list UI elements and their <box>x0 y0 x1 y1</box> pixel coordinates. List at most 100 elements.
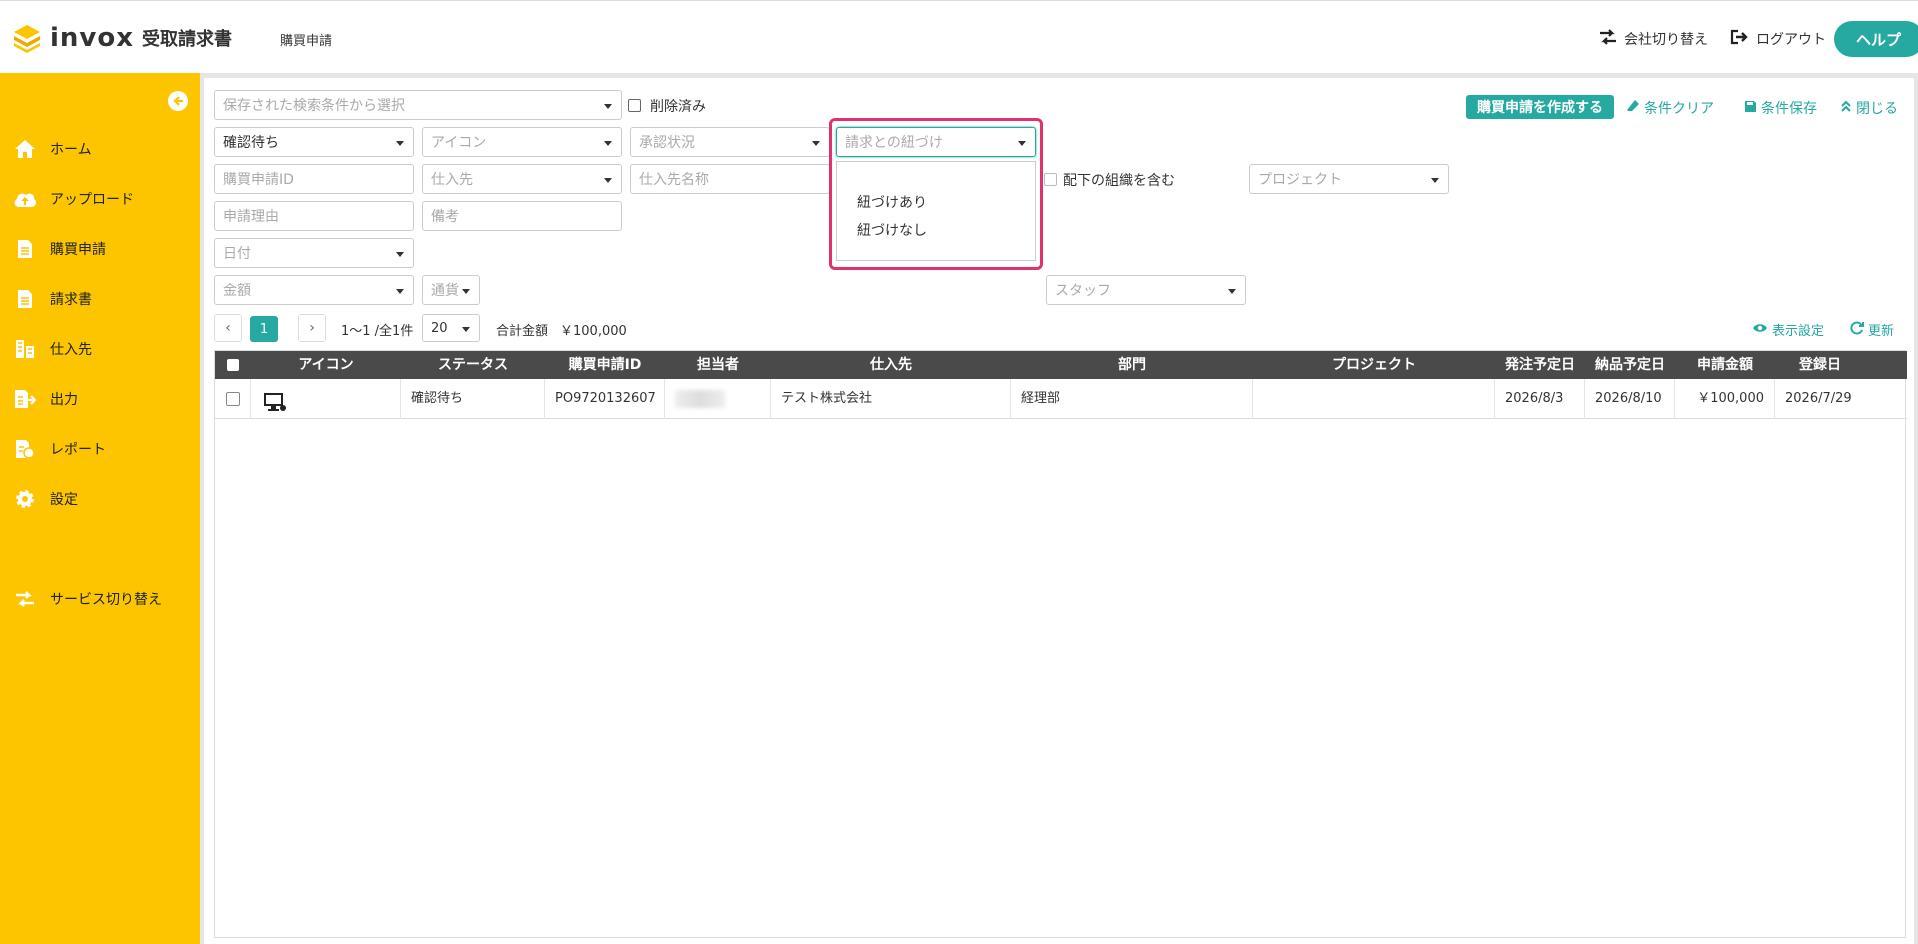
staff-select[interactable]: スタッフ <box>1046 275 1246 305</box>
sidebar-item-label: 仕入先 <box>50 342 92 358</box>
chevron-right-icon: › <box>309 320 315 336</box>
purchase-id-input[interactable]: 購買申請ID <box>214 164 414 194</box>
sidebar-item-purchase-request[interactable]: 購買申請 <box>12 237 106 261</box>
chevron-down-icon <box>812 141 820 146</box>
sidebar-item-upload[interactable]: アップロード <box>12 187 134 211</box>
sidebar-item-export[interactable]: 出力 <box>12 387 78 411</box>
app-logo[interactable]: invox 受取請求書 <box>12 23 232 53</box>
prev-page-button[interactable]: ‹ <box>214 314 242 342</box>
document-icon <box>12 238 38 260</box>
sidebar-item-label: 購買申請 <box>50 242 106 258</box>
row-assignee <box>665 379 771 419</box>
column-header-delivery-date[interactable]: 納品予定日 <box>1585 351 1675 379</box>
column-header-registered[interactable]: 登録日 <box>1775 351 1865 379</box>
supplier-name-input[interactable]: 仕入先名称 <box>630 164 830 194</box>
export-icon <box>12 388 38 410</box>
column-header-icon[interactable]: アイコン <box>251 351 401 379</box>
logout-link[interactable]: ログアウト <box>1730 29 1826 49</box>
row-order-date: 2026/8/3 <box>1495 379 1585 419</box>
home-icon <box>12 138 38 160</box>
amount-select[interactable]: 金額 <box>214 275 414 305</box>
main-content: 保存された検索条件から選択 削除済み 購買申請を作成する 条件クリア 条件保存 … <box>204 78 1914 944</box>
select-all-checkbox[interactable] <box>227 359 239 371</box>
include-sub-org-label: 配下の組織を含む <box>1063 173 1175 189</box>
sidebar-item-home[interactable]: ホーム <box>12 137 92 161</box>
close-filters-link[interactable]: 閉じる <box>1840 98 1898 118</box>
include-sub-org-checkbox[interactable] <box>1044 173 1057 186</box>
row-id: PO9720132607 <box>545 379 665 419</box>
eye-icon <box>1752 322 1768 338</box>
result-range: 1〜1 /全1件 <box>341 324 414 339</box>
dropdown-options: 紐づけあり 紐づけなし <box>836 161 1036 261</box>
next-page-button[interactable]: › <box>298 314 326 342</box>
logo-text: invox <box>50 23 135 53</box>
help-button[interactable]: ヘルプ <box>1834 21 1918 57</box>
per-page-value: 20 <box>431 320 448 336</box>
purchase-id-placeholder: 購買申請ID <box>223 172 294 188</box>
icon-select[interactable]: アイコン <box>422 127 622 157</box>
currency-select[interactable]: 通貨 <box>422 275 480 305</box>
per-page-select[interactable]: 20 <box>422 314 480 342</box>
save-conditions-link[interactable]: 条件保存 <box>1744 98 1817 118</box>
chevron-down-icon <box>396 141 404 146</box>
sidebar-item-invoice[interactable]: 請求書 <box>12 287 92 311</box>
clear-conditions-label: 条件クリア <box>1644 101 1714 117</box>
column-header-department[interactable]: 部門 <box>1011 351 1253 379</box>
amount-placeholder: 金額 <box>223 283 251 299</box>
approval-placeholder: 承認状況 <box>639 135 695 151</box>
dropdown-option-unlinked[interactable]: 紐づけなし <box>857 220 927 240</box>
approval-status-select[interactable]: 承認状況 <box>630 127 830 157</box>
close-filters-label: 閉じる <box>1856 101 1898 117</box>
sidebar-collapse-button[interactable] <box>168 91 188 111</box>
invoice-link-placeholder: 請求との紐づけ <box>845 135 943 151</box>
page-1-button[interactable]: 1 <box>250 316 278 342</box>
switch-company-label: 会社切り替え <box>1624 32 1708 48</box>
table-row[interactable]: 確認待ち PO9720132607 テスト株式会社 経理部 2026/8/3 2… <box>215 379 1907 419</box>
date-placeholder: 日付 <box>223 246 251 262</box>
supplier-name-placeholder: 仕入先名称 <box>639 172 709 188</box>
logout-icon <box>1730 29 1750 49</box>
sidebar-item-settings[interactable]: 設定 <box>12 487 78 511</box>
row-icon-cell <box>251 379 401 419</box>
refresh-icon <box>1850 321 1864 339</box>
dropdown-option-empty[interactable] <box>857 167 1027 189</box>
product-name: 受取請求書 <box>142 29 233 50</box>
save-conditions-label: 条件保存 <box>1761 101 1817 117</box>
refresh-link[interactable]: 更新 <box>1850 320 1894 339</box>
sidebar-item-label: アップロード <box>50 192 134 208</box>
column-header-supplier[interactable]: 仕入先 <box>771 351 1011 379</box>
row-checkbox[interactable] <box>226 392 240 406</box>
refresh-label: 更新 <box>1868 324 1895 339</box>
display-settings-link[interactable]: 表示設定 <box>1752 320 1824 339</box>
sidebar-item-supplier[interactable]: 仕入先 <box>12 337 92 361</box>
invoice-link-select[interactable]: 請求との紐づけ <box>836 127 1036 157</box>
chevron-down-icon <box>396 252 404 257</box>
icon-placeholder: アイコン <box>431 135 487 151</box>
saved-search-select[interactable]: 保存された検索条件から選択 <box>214 90 622 120</box>
logo-icon <box>12 23 42 53</box>
reason-placeholder: 申請理由 <box>223 209 279 225</box>
date-select[interactable]: 日付 <box>214 238 414 268</box>
column-header-project[interactable]: プロジェクト <box>1253 351 1495 379</box>
switch-company-link[interactable]: 会社切り替え <box>1598 29 1708 49</box>
column-header-id[interactable]: 購買申請ID <box>545 351 665 379</box>
column-header-order-date[interactable]: 発注予定日 <box>1495 351 1585 379</box>
supplier-select[interactable]: 仕入先 <box>422 164 622 194</box>
deleted-label: 削除済み <box>650 99 706 115</box>
page-title: 購買申請 <box>280 34 333 49</box>
project-select[interactable]: プロジェクト <box>1249 164 1449 194</box>
total-amount-value: ￥100,000 <box>560 324 627 339</box>
clear-conditions-link[interactable]: 条件クリア <box>1626 98 1714 118</box>
column-header-amount[interactable]: 申請金額 <box>1675 351 1775 379</box>
row-amount: ￥100,000 <box>1675 379 1775 419</box>
reason-input[interactable]: 申請理由 <box>214 201 414 231</box>
sidebar-item-service-switch[interactable]: サービス切り替え <box>12 587 162 611</box>
create-purchase-request-button[interactable]: 購買申請を作成する <box>1466 95 1614 119</box>
status-select[interactable]: 確認待ち <box>214 127 414 157</box>
sidebar-item-report[interactable]: レポート <box>12 437 106 461</box>
column-header-status[interactable]: ステータス <box>401 351 545 379</box>
remarks-input[interactable]: 備考 <box>422 201 622 231</box>
dropdown-option-linked[interactable]: 紐づけあり <box>857 192 927 212</box>
deleted-checkbox[interactable] <box>628 99 641 112</box>
column-header-assignee[interactable]: 担当者 <box>665 351 771 379</box>
